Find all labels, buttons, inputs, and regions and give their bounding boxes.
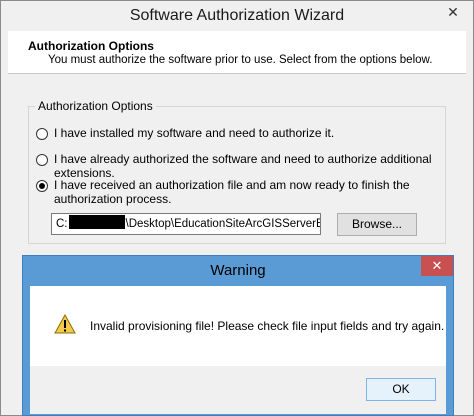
path-prefix: C: [56,218,68,230]
option-install-authorize[interactable]: I have installed my software and need to… [36,126,334,140]
redacted-username [68,215,125,229]
authorization-file-path-input[interactable]: C: \Desktop\EducationSiteArcGISServerEnte… [51,213,321,235]
warning-title: Warning [210,262,266,279]
option-label: I have already authorized the software a… [54,152,432,180]
option-authorization-file[interactable]: I have received an authorization file an… [36,178,436,206]
group-label: Authorization Options [35,99,156,113]
ok-button[interactable]: OK [366,378,436,401]
option-additional-extensions[interactable]: I have already authorized the software a… [36,152,473,180]
header-title: Authorization Options [28,39,154,53]
warning-body: Invalid provisioning file! Please check … [30,286,446,366]
wizard-header: Authorization Options You must authorize… [8,31,466,73]
warning-message: Invalid provisioning file! Please check … [90,319,445,333]
wizard-close-button[interactable]: ✕ [435,1,471,23]
header-divider [8,73,466,74]
header-subtitle: You must authorize the software prior to… [48,54,433,66]
warning-icon [54,314,76,334]
wizard-titlebar[interactable]: Software Authorization Wizard ✕ [1,1,473,31]
option-label: I have received an authorization file an… [54,178,410,206]
path-suffix: \Desktop\EducationSiteArcGISServerEnterp… [125,218,321,230]
radio-button-selected[interactable] [36,180,48,192]
warning-titlebar[interactable]: Warning ✕ [23,256,453,284]
radio-button[interactable] [36,128,48,140]
option-label: I have installed my software and need to… [54,126,335,140]
radio-button[interactable] [36,154,48,166]
warning-footer: OK [30,366,446,414]
warning-close-button[interactable]: ✕ [421,256,453,276]
browse-button[interactable]: Browse... [337,213,417,236]
warning-dialog: Warning ✕ Invalid provisioning file! Ple… [22,255,454,416]
wizard-title: Software Authorization Wizard [129,7,345,24]
